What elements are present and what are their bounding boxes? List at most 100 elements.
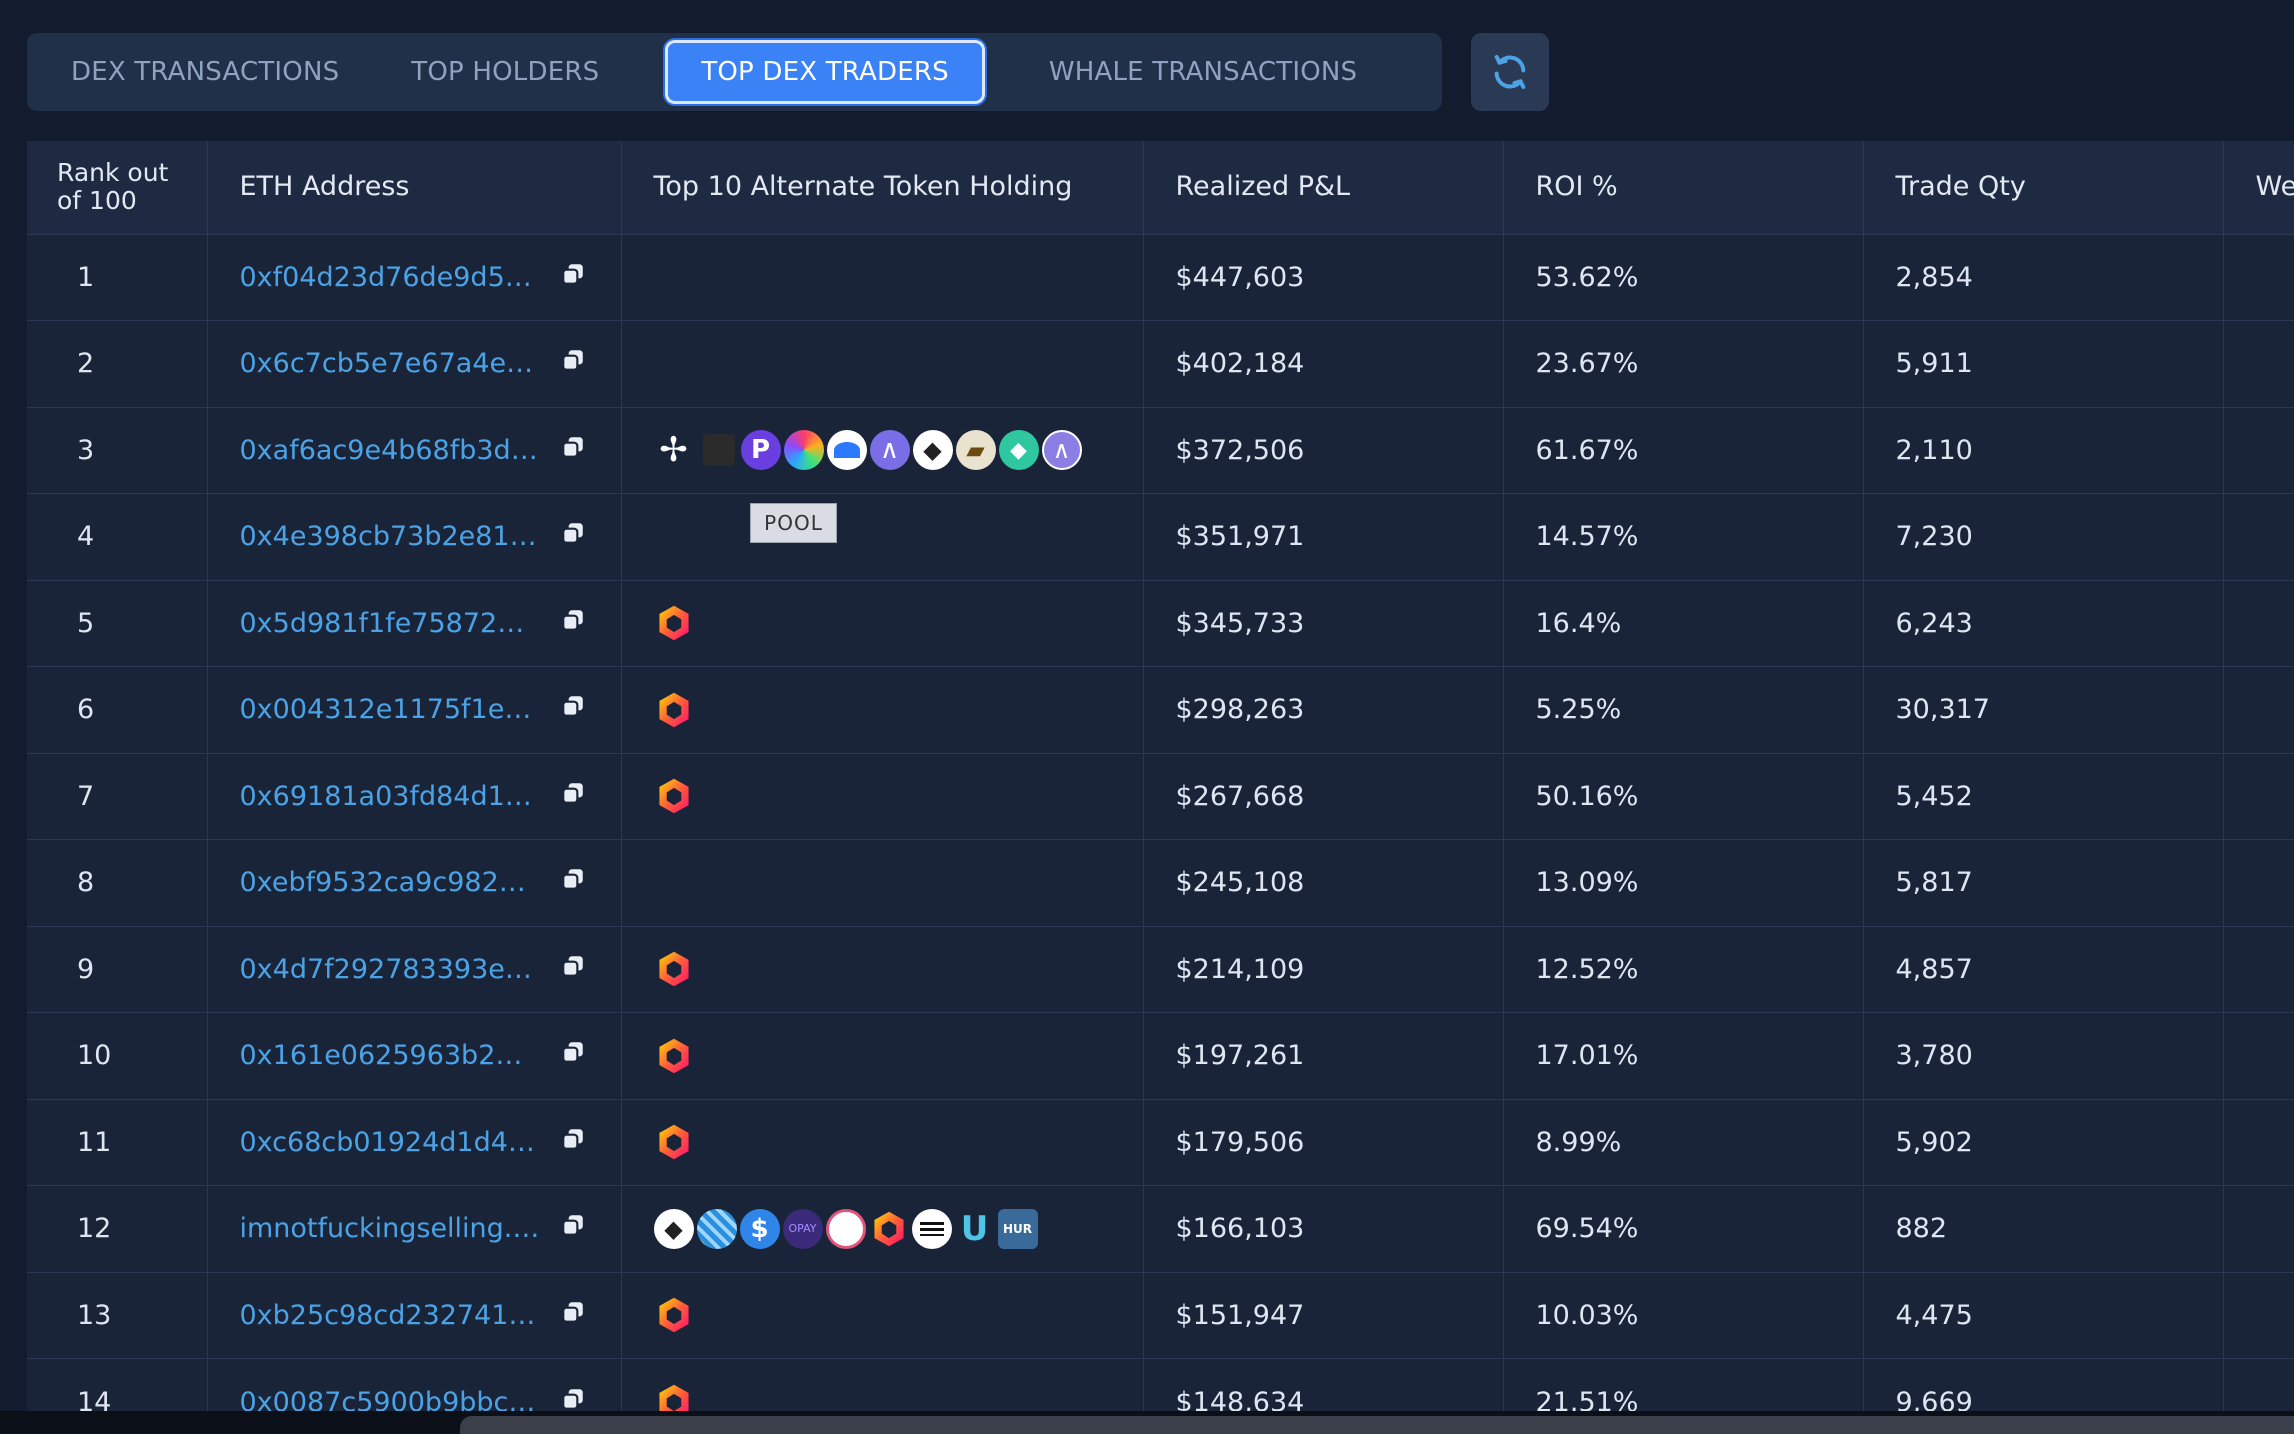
header-rank[interactable]: Rank out of 100	[27, 141, 208, 234]
p-token-icon[interactable]: P	[740, 430, 781, 471]
table-row[interactable]: 5 0x5d981f1fe758721741e... $345,73316.4%6,…	[27, 579, 2294, 667]
pnl-cell: $267,668	[1143, 752, 1504, 840]
copy-icon[interactable]	[560, 261, 586, 294]
refresh-button[interactable]	[1471, 33, 1549, 111]
eth-address-link[interactable]: 0x4e398cb73b2e8148...	[240, 521, 540, 552]
eth-token-icon[interactable]: ◆	[653, 1208, 694, 1249]
table-row[interactable]: 4 0x4e398cb73b2e8148... $351,971 14.57% 7,23…	[27, 493, 2294, 580]
dollar-token-icon[interactable]: $	[739, 1208, 780, 1249]
eth-address-link[interactable]: 0x5d981f1fe758721741e...	[240, 608, 540, 639]
table-row[interactable]: 8 0xebf9532ca9c982b6... $245,108 13.09% 5,81…	[27, 839, 2294, 926]
trade-qty-cell: 6,243	[1863, 579, 2224, 667]
eth-address-link[interactable]: 0x004312e1175f1ef82c...	[240, 694, 540, 725]
trade-qty-cell: 7,230	[1863, 493, 2224, 580]
eth-address-link[interactable]: 0x4d7f292783393e74f...	[240, 954, 540, 985]
tab-top-holders[interactable]: TOP HOLDERS	[375, 40, 635, 104]
tab-top-dex-traders[interactable]: TOP DEX TRADERS	[665, 40, 985, 104]
hex-token-icon[interactable]	[654, 1295, 694, 1335]
u-token-icon[interactable]: U	[955, 1209, 995, 1249]
table-row[interactable]: 12 imnotfuckingselling.eth ◆ $ OPAY U HUR $166,…	[27, 1185, 2294, 1272]
tab-dex-transactions[interactable]: DEX TRANSACTIONS	[35, 40, 375, 104]
table-row[interactable]: 11 0xc68cb01924d1d43d... $179,506 8.99% 5,90…	[27, 1098, 2294, 1186]
table-row[interactable]: 9 0x4d7f292783393e74f... $214,109 12.52% 4,8…	[27, 925, 2294, 1013]
eth-address-link[interactable]: 0x0087c5900b9bbc0...	[240, 1387, 540, 1412]
copy-icon[interactable]	[560, 1386, 586, 1412]
eth-address-link[interactable]: 0xf04d23d76de9d55...	[240, 262, 540, 293]
eth-address-link[interactable]: 0x69181a03fd84d1e26...	[240, 781, 540, 812]
tab-whale-transactions[interactable]: WHALE TRANSACTIONS	[1013, 40, 1393, 104]
trade-qty-cell: 30,317	[1863, 666, 2224, 753]
table-row[interactable]: 7 0x69181a03fd84d1e26... $267,66850.16%5,4…	[27, 752, 2294, 840]
table-row[interactable]: 2 0x6c7cb5e7e67a4ec9... $402,184 23.67% 5,91…	[27, 320, 2294, 407]
copy-icon[interactable]	[560, 953, 586, 986]
copy-icon[interactable]	[560, 1212, 586, 1245]
hex-token-icon[interactable]	[654, 1122, 694, 1162]
copy-icon[interactable]	[560, 347, 586, 380]
ring-token-icon[interactable]	[825, 1208, 866, 1249]
token-holding-cell	[621, 1012, 1144, 1099]
copy-icon[interactable]	[560, 1299, 586, 1332]
token-holding-cell	[621, 752, 1144, 840]
token-holding-cell	[621, 1358, 1144, 1411]
table-row[interactable]: 6 0x004312e1175f1ef82c... $298,2635.25%30,…	[27, 666, 2294, 753]
header-eth-address[interactable]: ETH Address	[207, 141, 622, 234]
copy-icon[interactable]	[560, 434, 586, 467]
header-trade-qty[interactable]: Trade Qty	[1863, 141, 2224, 234]
roi-cell: 13.09%	[1503, 839, 1864, 926]
eth-address-link[interactable]: 0xc68cb01924d1d43d...	[240, 1127, 540, 1158]
header-roi[interactable]: ROI %	[1503, 141, 1864, 234]
copy-icon[interactable]	[560, 520, 586, 553]
trade-qty-cell: 2,854	[1863, 233, 2224, 321]
extra-cell	[2223, 493, 2294, 580]
header-token-holding[interactable]: Top 10 Alternate Token Holding	[621, 141, 1144, 234]
tractor-token-icon[interactable]: ▰	[955, 430, 996, 471]
hex-token-icon[interactable]	[654, 776, 694, 816]
token-holding-cell	[621, 320, 1144, 407]
hex-token-icon[interactable]	[869, 1209, 909, 1249]
header-next-column[interactable]: We	[2223, 141, 2294, 234]
eth-address-link[interactable]: 0x161e0625963b2535...	[240, 1040, 540, 1071]
table-row[interactable]: 14 0x0087c5900b9bbc0... $148,634 21.51% 9,66…	[27, 1358, 2294, 1412]
avax-token-icon[interactable]: ∧	[1041, 430, 1082, 471]
token-holding-cell	[621, 666, 1144, 753]
os-dock	[460, 1416, 2294, 1434]
extra-cell	[2223, 752, 2294, 840]
rainbow-token-icon[interactable]	[783, 430, 824, 471]
copy-icon[interactable]	[560, 780, 586, 813]
snowflake-token-icon[interactable]: ✢	[654, 430, 694, 470]
eth-address-link[interactable]: 0xaf6ac9e4b68fb3da...	[240, 435, 540, 466]
copy-icon[interactable]	[560, 607, 586, 640]
hex-token-icon[interactable]	[654, 1036, 694, 1076]
hex-token-icon[interactable]	[654, 949, 694, 989]
stack-token-icon[interactable]	[911, 1208, 952, 1249]
eth-address-link[interactable]: imnotfuckingselling.eth	[240, 1213, 540, 1244]
table-row[interactable]: 13 0xb25c98cd23274178... $151,947 10.03% 4,4…	[27, 1271, 2294, 1359]
eth-token-icon[interactable]: ◆	[912, 430, 953, 471]
rank-cell: 4	[27, 493, 208, 580]
eth-teal-token-icon[interactable]: ◆	[998, 430, 1039, 471]
rank-cell: 13	[27, 1271, 208, 1359]
eth-address-link[interactable]: 0xb25c98cd23274178...	[240, 1300, 540, 1331]
header-realized-pnl[interactable]: Realized P&L	[1143, 141, 1504, 234]
striped-token-icon[interactable]	[696, 1208, 737, 1249]
square-token-icon[interactable]	[702, 434, 735, 467]
table-row[interactable]: 1 0xf04d23d76de9d55... $447,603 53.62% 2,854	[27, 233, 2294, 321]
copy-icon[interactable]	[560, 693, 586, 726]
wave-token-icon[interactable]	[826, 430, 867, 471]
hur-token-icon[interactable]: HUR	[997, 1208, 1038, 1249]
hex-token-icon[interactable]	[654, 1382, 694, 1411]
table-row[interactable]: 3 0xaf6ac9e4b68fb3da... ✢ P ∧ ◆ ▰ ◆ ∧ $372,506 61.…	[27, 406, 2294, 494]
copy-icon[interactable]	[560, 1039, 586, 1072]
extra-cell	[2223, 1098, 2294, 1186]
eth-address-link[interactable]: 0xebf9532ca9c982b6...	[240, 867, 540, 898]
eth-address-link[interactable]: 0x6c7cb5e7e67a4ec9...	[240, 348, 540, 379]
copy-icon[interactable]	[560, 1126, 586, 1159]
copy-icon[interactable]	[560, 866, 586, 899]
hex-token-icon[interactable]	[654, 603, 694, 643]
pnl-cell: $197,261	[1143, 1012, 1504, 1099]
trade-qty-cell: 9,669	[1863, 1358, 2224, 1411]
avax-token-icon[interactable]: ∧	[869, 430, 910, 471]
table-row[interactable]: 10 0x161e0625963b2535... $197,261 17.01% 3,7…	[27, 1012, 2294, 1099]
opay-token-icon[interactable]: OPAY	[782, 1208, 823, 1249]
hex-token-icon[interactable]	[654, 690, 694, 730]
